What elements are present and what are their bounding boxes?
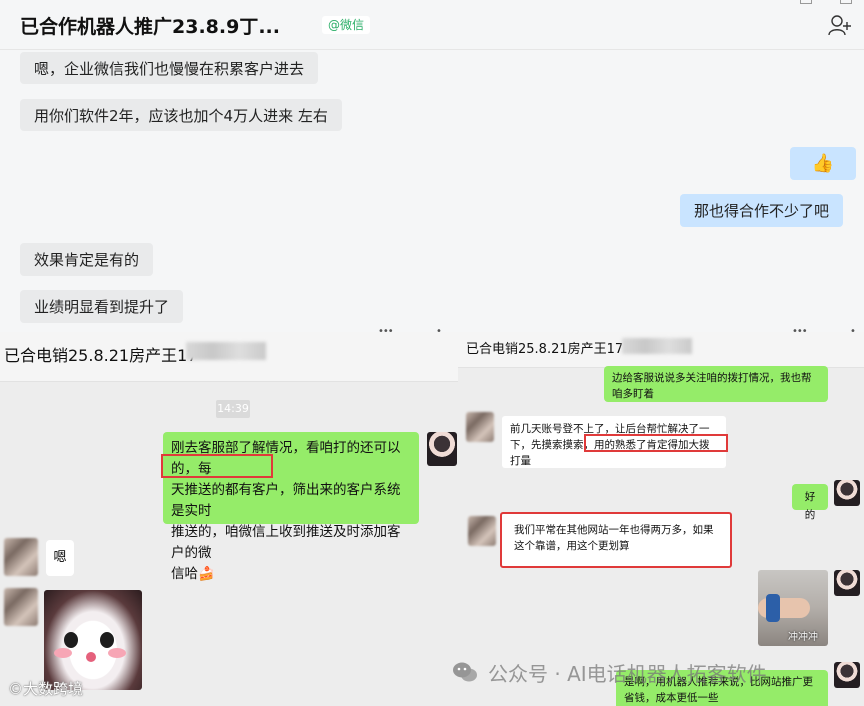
message-bubble: 那也得合作不少了吧 bbox=[680, 194, 844, 227]
wechat-logo-icon bbox=[453, 662, 477, 682]
chat-header: 已合电销25.8.21房产王17 ••• • bbox=[0, 326, 458, 382]
message-text: 业绩明显看到提升了 bbox=[34, 298, 170, 316]
message-bubble: 用你们软件2年，应该也加个4万人进来 左右 bbox=[20, 99, 342, 131]
highlighted-text: 天推送的都有客户， bbox=[171, 482, 293, 498]
avatar[interactable] bbox=[834, 570, 860, 596]
sticker-blush bbox=[54, 648, 72, 658]
chat-title: 已合作机器人推广23.8.9丁... bbox=[20, 16, 280, 38]
avatar[interactable] bbox=[466, 412, 494, 442]
chat-title: 已合电销25.8.21房产王17 bbox=[4, 346, 198, 365]
window-close-icon[interactable] bbox=[840, 0, 852, 4]
cat-sticker-image[interactable] bbox=[44, 590, 142, 690]
message-text: 那也得合作不少了吧 bbox=[694, 202, 830, 220]
window-restore-icon[interactable] bbox=[800, 0, 812, 4]
message-bubble: 刚去客服部了解情况，看咱打的还可以的，每 天推送的都有客户，筛出来的客户系统是实… bbox=[163, 432, 419, 582]
sticker-blush bbox=[108, 648, 126, 658]
message-bubble: 嗯，企业微信我们也慢慢在积累客户进去 bbox=[20, 52, 319, 84]
wechat-tag: @微信 bbox=[322, 16, 371, 34]
timestamp: 14:39 bbox=[216, 400, 250, 418]
highlight-box bbox=[161, 454, 273, 478]
message-text: 效果肯定是有的 bbox=[34, 251, 140, 269]
watermark: ©大数跨境 bbox=[8, 680, 84, 698]
message-text: 我们平常在其他网站一年也得两万多，如果这个靠谱，用这个更划算 bbox=[514, 524, 714, 552]
top-chat-panel: 已合作机器人推广23.8.9丁... @微信 嗯，企业微信我们也慢慢在积累客户进… bbox=[0, 0, 864, 332]
photo-watch bbox=[766, 594, 780, 622]
bottom-right-chat-panel: 已合电销25.8.21房产王17 ••• • 边给客服说说多关注咱的拨打情况，我… bbox=[453, 326, 864, 706]
avatar[interactable] bbox=[4, 588, 38, 626]
bottom-left-chat-panel: 已合电销25.8.21房产王17 ••• • 14:39 刚去客服部了解情况，看… bbox=[0, 326, 458, 706]
message-text: 嗯 bbox=[53, 550, 67, 565]
avatar[interactable] bbox=[834, 480, 860, 506]
chat-title: 已合电销25.8.21房产王17 bbox=[466, 342, 624, 357]
chat-header: 已合作机器人推广23.8.9丁... @微信 bbox=[0, 0, 864, 50]
thumbs-up-icon: 👍 bbox=[811, 153, 835, 174]
redacted-text bbox=[186, 342, 266, 360]
avatar[interactable] bbox=[834, 662, 860, 688]
more-options-icon[interactable]: ••• bbox=[792, 326, 808, 337]
message-text: 推送的，咱微信上收到推送及时添加客户的微 bbox=[171, 524, 401, 561]
message-text: 用你们软件2年，应该也加个4万人进来 左右 bbox=[34, 106, 328, 125]
message-bubble: 业绩明显看到提升了 bbox=[20, 290, 184, 323]
highlight-box bbox=[584, 434, 728, 452]
photo-image[interactable]: 冲冲冲 bbox=[758, 570, 828, 646]
redacted-text bbox=[622, 338, 692, 354]
message-text: 量 bbox=[520, 455, 532, 467]
message-bubble: 👍 bbox=[790, 147, 856, 180]
watermark: 公众号 · AI电话机器人拓客软件 bbox=[488, 662, 767, 686]
message-bubble: 效果肯定是有的 bbox=[20, 243, 154, 276]
message-text: 信哈🍰 bbox=[171, 566, 215, 582]
sticker-eye bbox=[100, 632, 114, 648]
avatar[interactable] bbox=[468, 516, 496, 546]
sticker-mouth bbox=[86, 652, 96, 662]
more-options-icon[interactable]: • bbox=[850, 326, 856, 337]
sticker-eye bbox=[64, 632, 78, 648]
message-text: 嗯，企业微信我们也慢慢在积累客户进去 bbox=[34, 59, 305, 78]
avatar[interactable] bbox=[427, 432, 457, 466]
message-bubble: 嗯 bbox=[46, 540, 74, 576]
more-options-icon[interactable]: • bbox=[436, 326, 442, 337]
message-text: 边给客服说说多关注咱的拨打情况，我也帮咱多盯着 bbox=[612, 372, 812, 400]
chat-header: 已合电销25.8.21房产王17 ••• • bbox=[458, 326, 864, 368]
message-bubble: 好的 bbox=[792, 484, 828, 521]
photo-caption: 冲冲冲 bbox=[788, 632, 818, 643]
message-bubble: 边给客服说说多关注咱的拨打情况，我也帮咱多盯着 bbox=[604, 366, 828, 402]
message-text: 好的 bbox=[804, 491, 816, 521]
more-options-icon[interactable]: ••• bbox=[378, 326, 394, 337]
add-member-icon[interactable] bbox=[828, 14, 852, 36]
avatar[interactable] bbox=[4, 538, 38, 576]
message-bubble: 我们平常在其他网站一年也得两万多，如果这个靠谱，用这个更划算 bbox=[500, 512, 732, 568]
